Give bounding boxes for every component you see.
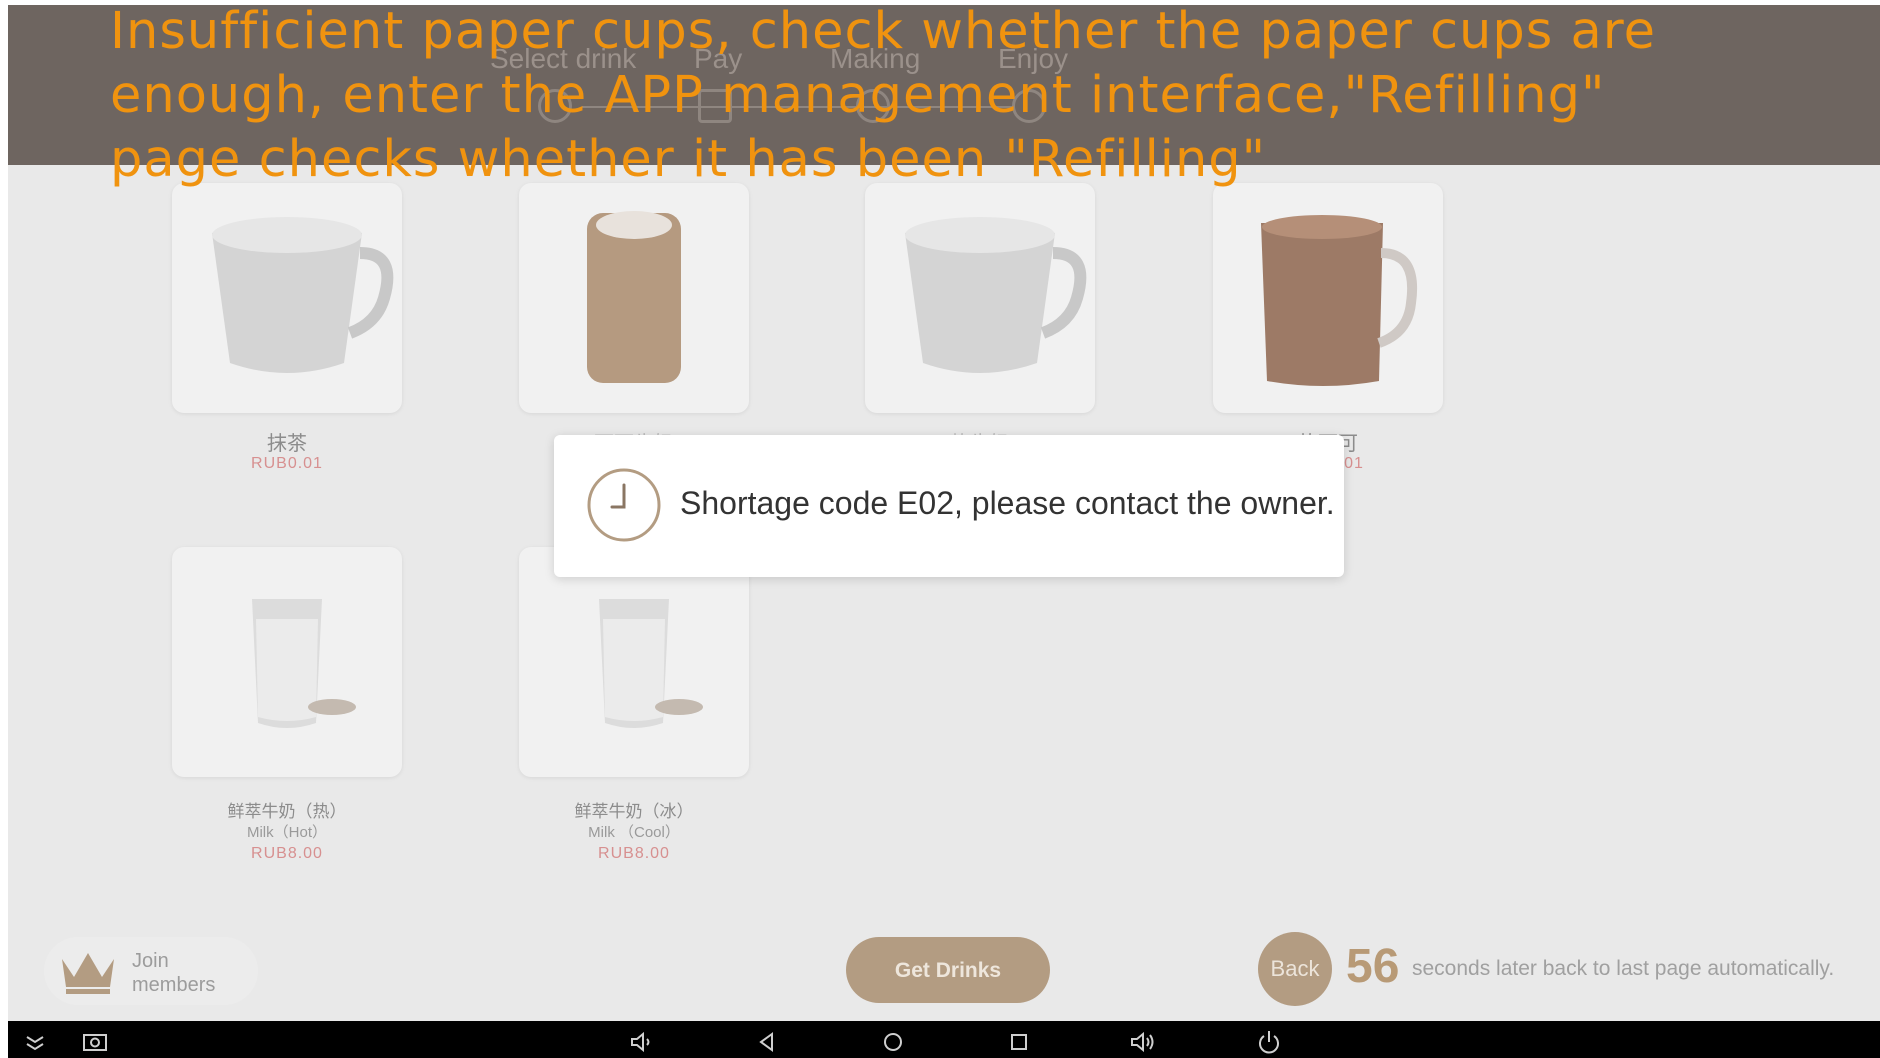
milk-glass-icon [252,599,356,728]
countdown-number: 56 [1346,940,1400,993]
product-en-name-milk-cool: Milk （Cool） [588,824,680,841]
product-price-milk-cool: RUB8.00 [598,845,670,862]
product-en-name-milk-hot: Milk（Hot） [246,824,327,841]
product-card-milk-cool[interactable] [519,547,749,777]
product-name-milk-hot: 鲜萃牛奶（热） [227,802,347,821]
white-mug-icon [905,217,1087,373]
product-grid: 抹茶 RUB0.01 可可牛奶 热牛奶 热可 [8,165,1880,1021]
countdown-text: seconds later back to last page automati… [1412,957,1835,980]
dialog-message: Shortage code E02, please contact the ow… [680,485,1335,521]
white-mug-icon [212,217,394,373]
power-icon[interactable] [1254,1027,1284,1057]
system-navbar [8,1021,1880,1058]
product-card-cocoa-milk[interactable] [519,183,749,413]
milk-glass-icon [599,599,703,728]
product-card-hot-milk[interactable] [865,183,1095,413]
latte-glass-icon [587,211,681,383]
product-price-milk-hot: RUB8.00 [251,845,323,862]
product-name-milk-cool: 鲜萃牛奶（冰） [574,802,694,821]
shortage-dialog: Shortage code E02, please contact the ow… [554,435,1344,577]
back-button[interactable]: Back [1258,932,1332,1006]
product-card-matcha[interactable] [172,183,402,413]
screenshot-icon[interactable] [80,1027,110,1057]
product-price-matcha: RUB0.01 [251,455,323,472]
get-drinks-button[interactable]: Get Drinks [846,937,1050,1003]
annotation-text: Insufficient paper cups, check whether t… [110,2,1657,189]
clock-icon [587,468,661,542]
volume-up-icon[interactable] [1128,1027,1158,1057]
join-members-label: Join members [132,950,216,996]
cocoa-mug-icon [1261,215,1418,386]
product-card-milk-hot[interactable] [172,547,402,777]
back-icon[interactable] [752,1027,782,1057]
home-icon[interactable] [878,1027,908,1057]
product-name-matcha: 抹茶 [267,433,307,455]
crown-icon [62,953,114,994]
recents-icon[interactable] [1004,1027,1034,1057]
volume-down-icon[interactable] [626,1027,656,1057]
collapse-icon[interactable] [20,1027,50,1057]
join-members-button[interactable]: Join members [44,937,258,1005]
product-card-hot-cocoa[interactable] [1213,183,1443,413]
